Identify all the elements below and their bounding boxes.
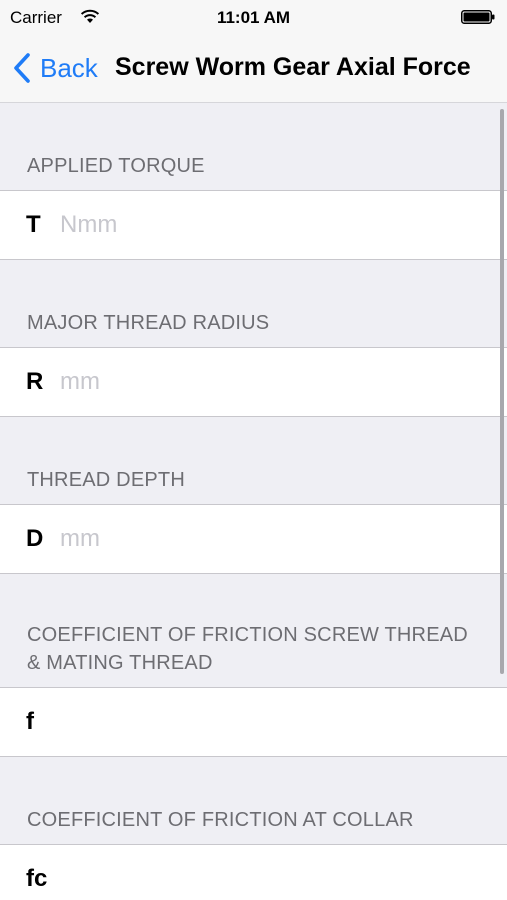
field-row-depth[interactable]: D: [0, 504, 507, 574]
section-header-label: APPLIED TORQUE: [27, 155, 205, 177]
section-header-thread-depth: THREAD DEPTH: [0, 417, 507, 504]
status-bar: Carrier 11:01 AM: [0, 0, 507, 36]
form-list[interactable]: APPLIED TORQUE T MAJOR THREAD RADIUS R T…: [0, 103, 507, 900]
field-symbol: f: [26, 708, 34, 735]
status-time: 11:01 AM: [216, 8, 291, 27]
field-symbol: fc: [26, 865, 48, 892]
friction-collar-input[interactable]: [58, 864, 422, 894]
field-symbol: R: [26, 368, 44, 395]
chevron-left-icon: [14, 53, 30, 83]
section-header-coefficient-collar: COEFFICIENT OF FRICTION AT COLLAR: [0, 757, 507, 844]
friction-thread-input[interactable]: [58, 707, 422, 737]
depth-input[interactable]: [58, 524, 422, 554]
back-button[interactable]: Back: [12, 50, 98, 86]
scrollbar[interactable]: [500, 109, 504, 674]
page-title: Screw Worm Gear Axial Force: [115, 53, 471, 81]
section-header-coefficient-screw-thread: COEFFICIENT OF FRICTION SCREW THREAD & M…: [0, 574, 507, 687]
field-row-torque[interactable]: T: [0, 190, 507, 260]
radius-input[interactable]: [58, 367, 422, 397]
navigation-bar: Back Screw Worm Gear Axial Force: [0, 36, 507, 103]
field-symbol: D: [26, 525, 44, 552]
field-row-friction-thread[interactable]: f: [0, 687, 507, 757]
torque-input[interactable]: [58, 210, 422, 240]
section-header-applied-torque: APPLIED TORQUE: [0, 103, 507, 190]
section-header-label: COEFFICIENT OF FRICTION AT COLLAR: [27, 809, 414, 831]
section-header-label: MAJOR THREAD RADIUS: [27, 312, 270, 334]
back-label: Back: [40, 52, 98, 83]
battery-icon: [461, 10, 495, 24]
field-symbol: T: [26, 211, 41, 238]
section-header-label: COEFFICIENT OF FRICTION SCREW THREAD & M…: [27, 624, 468, 674]
field-row-radius[interactable]: R: [0, 347, 507, 417]
field-row-friction-collar[interactable]: fc: [0, 844, 507, 900]
section-header-label: THREAD DEPTH: [27, 469, 185, 491]
section-header-major-thread-radius: MAJOR THREAD RADIUS: [0, 260, 507, 347]
